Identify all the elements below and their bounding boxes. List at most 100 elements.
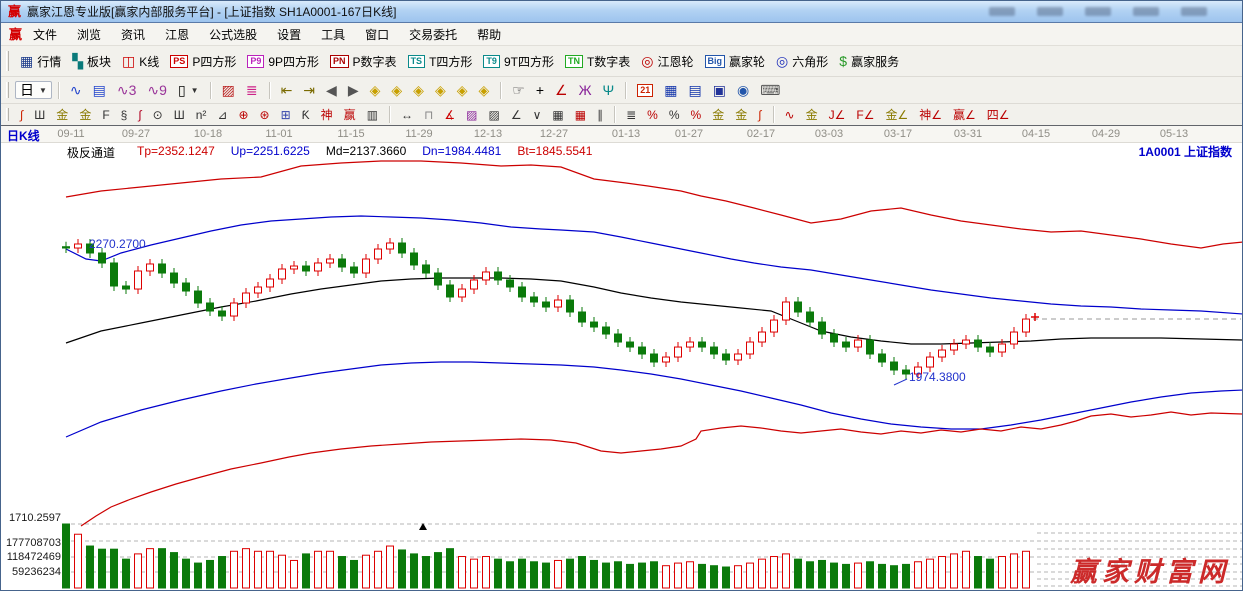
gann-diamond-right-button[interactable]: ◈ <box>386 81 407 99</box>
gold-circle-tool[interactable]: 金 <box>707 107 729 123</box>
menu-item-trade[interactable]: 交易委托 <box>400 24 466 45</box>
gold-level-tool[interactable]: 金 <box>730 107 752 123</box>
period-day-dropdown[interactable]: 日▼ <box>15 81 52 99</box>
level-scale-tool[interactable]: ≣ <box>621 107 641 123</box>
f-grid-tool[interactable]: F <box>97 107 114 123</box>
target-tool[interactable]: ⊕ <box>233 107 253 123</box>
ying-tool[interactable]: 赢 <box>339 107 361 123</box>
k-extend-tool[interactable]: Ƙ <box>297 107 315 123</box>
gann-diamond-all-button[interactable]: ◈ <box>474 81 495 99</box>
winner-service-button[interactable]: $赢家服务 <box>834 51 904 72</box>
frame-tool[interactable]: ⊓ <box>419 107 438 123</box>
brush-tool[interactable]: ∫ <box>753 107 766 123</box>
web-grid-tool[interactable]: ⊞ <box>276 107 296 123</box>
gold-angle-tool[interactable]: 金∠ <box>880 107 913 123</box>
time-cycle-tool[interactable]: ⊙ <box>148 107 168 123</box>
chip-distribution-tool[interactable]: ▨ <box>217 81 240 99</box>
gann-fan-red-tool[interactable]: ∡ <box>439 107 460 123</box>
star-web-tool[interactable]: ⊛ <box>255 107 275 123</box>
menu-item-news[interactable]: 资讯 <box>112 24 154 45</box>
gold-box-tool[interactable]: 金 <box>801 107 823 123</box>
t-square-button[interactable]: TST四方形 <box>403 51 478 72</box>
kline-chart-canvas[interactable] <box>1 126 1242 590</box>
wave-box-tool[interactable]: ∿ <box>780 107 800 123</box>
titlebar[interactable]: 赢 赢家江恩专业版[赢家内部服务平台] - [上证指数 SH1A0001-167… <box>1 1 1242 23</box>
toolbar-grip[interactable] <box>6 51 9 71</box>
gann-shape-tool[interactable]: Ж <box>574 81 597 99</box>
gann-diamond-star-button[interactable]: ◈ <box>452 81 473 99</box>
measure-tool[interactable]: ↔ <box>396 107 418 123</box>
menu-item-tools[interactable]: 工具 <box>312 24 354 45</box>
wave3-tool[interactable]: ∿3 <box>112 81 142 99</box>
menu-item-gann[interactable]: 江恩 <box>156 24 198 45</box>
toolbar-grip[interactable] <box>6 108 9 122</box>
gann-wheel-button[interactable]: ◎江恩轮 <box>636 51 698 72</box>
trend-angle-tool[interactable]: ∠ <box>506 107 527 123</box>
sectors-button[interactable]: ▚板块 <box>67 51 116 72</box>
hexagon-button[interactable]: ◎六角形 <box>771 51 833 72</box>
percent-retrace-tool[interactable]: % <box>686 107 707 123</box>
kline-button[interactable]: ◫K线 <box>117 51 164 72</box>
pen-tool[interactable]: ∫ <box>15 107 28 123</box>
wave9-tool[interactable]: ∿9 <box>142 81 172 99</box>
comb-grid-tool[interactable]: Ш <box>29 107 50 123</box>
si-angle-tool[interactable]: 四∠ <box>982 107 1015 123</box>
gann-diamond-left-button[interactable]: ◈ <box>365 81 386 99</box>
gold-grid2-tool[interactable]: 金 <box>74 107 96 123</box>
menu-item-window[interactable]: 窗口 <box>356 24 398 45</box>
toolbar-grip[interactable] <box>6 82 9 99</box>
mirror-angle-tool[interactable]: ⊿ <box>212 107 232 123</box>
menu-item-help[interactable]: 帮助 <box>468 24 510 45</box>
parallel-lines-tool[interactable]: ∥ <box>592 107 608 123</box>
menu-item-browse[interactable]: 浏览 <box>68 24 110 45</box>
sketch-tool[interactable]: ∿ <box>65 81 87 99</box>
shen-angle-tool[interactable]: 神∠ <box>914 107 947 123</box>
gann-diamond-x-button[interactable]: ◈ <box>430 81 451 99</box>
t-digit-table-button[interactable]: TNT数字表 <box>560 51 635 72</box>
comb2-tool[interactable]: Ш <box>169 107 190 123</box>
web-button[interactable]: ◉ <box>732 81 754 99</box>
cycle-shape-tool[interactable]: Ψ <box>598 81 620 99</box>
winner-wheel-button[interactable]: Big赢家轮 <box>700 51 771 72</box>
candle-style-dropdown[interactable]: ▯▼ <box>173 81 204 99</box>
last-bar-button[interactable]: ⇥ <box>298 81 320 99</box>
9t-square-button[interactable]: T99T四方形 <box>478 51 559 72</box>
quotes-button[interactable]: ▦行情 <box>15 51 66 72</box>
next-bar-button[interactable]: ▶ <box>343 81 364 99</box>
n2-grid-tool[interactable]: n² <box>191 107 212 123</box>
memo-button[interactable]: ▤ <box>683 81 706 99</box>
angle-measure-tool[interactable]: ∠ <box>550 81 573 99</box>
v-wave-tool[interactable]: ∨ <box>528 107 547 123</box>
calculator-button[interactable]: ▦ <box>659 81 682 99</box>
hand-tool[interactable]: ☞ <box>507 81 530 99</box>
menu-item-file[interactable]: 文件 <box>24 24 66 45</box>
crosshair-tool[interactable]: + <box>531 81 549 99</box>
gann-fan-purple-tool[interactable]: ▨ <box>461 107 482 123</box>
f-angle-tool[interactable]: F∠ <box>851 107 879 123</box>
note-tool[interactable]: ▤ <box>88 81 111 99</box>
matrix-grid-red-tool[interactable]: ▦ <box>570 107 591 123</box>
ying-angle-tool[interactable]: 赢∠ <box>948 107 981 123</box>
p-digit-table-button[interactable]: PNP数字表 <box>325 51 402 72</box>
percent-line-tool[interactable]: % <box>642 107 663 123</box>
percent-tool[interactable]: % <box>664 107 685 123</box>
gann-diamond-h-button[interactable]: ◈ <box>408 81 429 99</box>
pen-chart-tool[interactable]: ∫ <box>133 107 146 123</box>
menu-item-settings[interactable]: 设置 <box>268 24 310 45</box>
workstation-button[interactable]: ⌨ <box>755 81 785 99</box>
gann-fan-dark-tool[interactable]: ▨ <box>484 107 505 123</box>
first-bar-button[interactable]: ⇤ <box>276 81 298 99</box>
p-square-button[interactable]: PSP四方形 <box>165 51 241 72</box>
menu-item-formula-pick[interactable]: 公式选股 <box>200 24 266 45</box>
spiral-tool[interactable]: § <box>116 107 133 123</box>
ruler-tool[interactable]: ▥ <box>362 107 383 123</box>
9p-square-button[interactable]: P99P四方形 <box>242 51 324 72</box>
prev-bar-button[interactable]: ◀ <box>321 81 342 99</box>
save-button[interactable]: ▣ <box>708 81 731 99</box>
j-angle-tool[interactable]: J∠ <box>824 107 851 123</box>
gold-grid-tool[interactable]: 金 <box>51 107 73 123</box>
calendar-button[interactable]: 21 <box>632 82 658 99</box>
matrix-grid-tool[interactable]: ▦ <box>547 107 568 123</box>
shen-tool[interactable]: 神 <box>316 107 338 123</box>
volume-profile-tool[interactable]: ≣ <box>241 81 263 99</box>
